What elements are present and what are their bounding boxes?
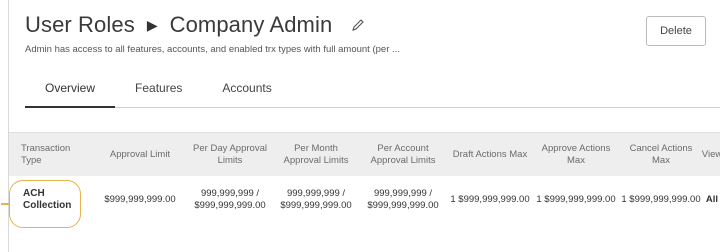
table-header-row: Transaction Type Approval Limit Per Day … <box>9 132 720 176</box>
per-day-cell: 999,999,999 / $999,999,999.00 <box>194 188 266 211</box>
per-month-cell: 999,999,999 / $999,999,999.00 <box>280 188 352 211</box>
callout-pointer <box>1 203 9 205</box>
tab-bar: Overview Features Accounts <box>25 78 720 108</box>
approve-max-cell: 1 $999,999,999.00 <box>536 194 616 205</box>
column-header: Draft Actions Max <box>452 148 528 160</box>
caret-right-icon: ▶ <box>146 16 158 33</box>
page-frame: User Roles ▶ Company Admin Admin has acc… <box>1 0 720 252</box>
pencil-icon[interactable] <box>350 17 366 33</box>
highlight-callout <box>9 180 81 228</box>
draft-max-cell: 1 $999,999,999.00 <box>450 194 530 205</box>
delete-button[interactable]: Delete <box>646 16 706 46</box>
column-header: Approval Limit <box>109 148 171 160</box>
approval-limit-cell: $999,999,999.00 <box>104 194 176 205</box>
column-header: View <box>701 148 720 160</box>
tab-accounts[interactable]: Accounts <box>202 78 291 108</box>
column-header: Transaction Type <box>21 142 71 166</box>
role-description: Admin has access to all features, accoun… <box>25 44 400 55</box>
limits-table: Transaction Type Approval Limit Per Day … <box>9 132 720 224</box>
tab-overview[interactable]: Overview <box>25 78 116 108</box>
breadcrumb: User Roles ▶ Company Admin <box>25 12 400 38</box>
column-header: Per Month Approval Limits <box>283 142 349 166</box>
view-cell[interactable]: All <box>703 176 720 224</box>
column-header: Cancel Actions Max <box>629 142 693 166</box>
per-account-cell: 999,999,999 / $999,999,999.00 <box>367 188 439 211</box>
column-header: Per Day Approval Limits <box>193 142 267 166</box>
page-header: User Roles ▶ Company Admin Admin has acc… <box>25 12 400 55</box>
breadcrumb-parent[interactable]: User Roles <box>25 12 135 38</box>
column-header: Per Account Approval Limits <box>370 142 436 166</box>
page-title: Company Admin <box>169 12 333 37</box>
table-row[interactable]: ACH Collection $999,999,999.00 999,999,9… <box>9 176 720 224</box>
column-header: Approve Actions Max <box>541 142 611 166</box>
tab-features[interactable]: Features <box>115 78 202 108</box>
cancel-max-cell: 1 $999,999,999.00 <box>621 194 701 205</box>
